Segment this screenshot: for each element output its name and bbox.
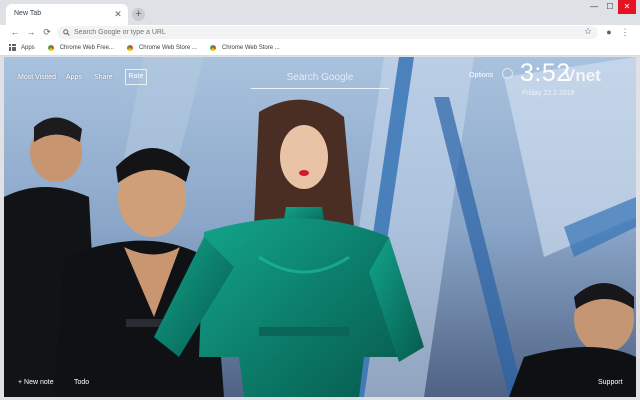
- bookmark-label: Chrome Web Free...: [59, 44, 114, 51]
- window-close-icon[interactable]: ✕: [618, 0, 636, 14]
- minimize-icon[interactable]: —: [586, 0, 602, 14]
- bookmark-label: Apps: [21, 44, 35, 51]
- bookmark-apps[interactable]: Apps: [9, 44, 35, 51]
- tab-strip: New Tab ✕ + — ☐ ✕: [0, 0, 640, 25]
- bookmark-label: Chrome Web Store ...: [221, 44, 280, 51]
- apps-grid-icon: [9, 44, 16, 51]
- forward-arrow-icon[interactable]: →: [25, 26, 37, 38]
- support-link[interactable]: Support: [598, 379, 623, 386]
- settings-circle-icon[interactable]: [502, 68, 513, 79]
- new-note-button[interactable]: + New note: [18, 379, 54, 386]
- bookmark-label: Chrome Web Store ...: [138, 44, 197, 51]
- browser-toolbar: ← → ⟳ ☆ ● ⋮: [0, 25, 640, 40]
- apps-link[interactable]: Apps: [66, 74, 82, 81]
- maximize-icon[interactable]: ☐: [602, 0, 618, 14]
- omnibox[interactable]: ☆: [57, 26, 598, 39]
- tab-new-tab[interactable]: New Tab ✕: [6, 4, 128, 25]
- bookmark-item[interactable]: Chrome Web Free...: [47, 44, 114, 51]
- options-link[interactable]: Options: [469, 72, 493, 79]
- chrome-icon: [47, 44, 54, 51]
- tab-title: New Tab: [14, 10, 42, 17]
- back-arrow-icon[interactable]: ←: [9, 26, 21, 38]
- share-link[interactable]: Share: [94, 74, 113, 81]
- bookmark-item[interactable]: Chrome Web Store ...: [209, 44, 280, 51]
- chrome-icon: [126, 44, 133, 51]
- most-visited-link[interactable]: Most Visited: [18, 74, 56, 81]
- account-icon[interactable]: ●: [603, 26, 615, 38]
- new-tab-button[interactable]: +: [132, 8, 145, 21]
- menu-icon[interactable]: ⋮: [619, 26, 631, 38]
- rate-button[interactable]: Rate: [125, 69, 147, 85]
- todo-button[interactable]: Todo: [74, 379, 89, 386]
- page-margin-right: [636, 57, 640, 400]
- search-icon: [63, 29, 70, 36]
- chrome-icon: [209, 44, 216, 51]
- reload-icon[interactable]: ⟳: [41, 26, 53, 38]
- bookmark-star-icon[interactable]: ☆: [584, 26, 592, 37]
- new-tab-page: Most Visited Apps Share Rate Options 3:5…: [4, 57, 636, 397]
- watermark-logo: Vnet: [564, 66, 601, 85]
- date-display: Friday 22.2.2019: [522, 90, 575, 97]
- omnibox-input[interactable]: [74, 26, 554, 39]
- window-controls: — ☐ ✕: [586, 0, 636, 14]
- bookmarks-bar: Apps Chrome Web Free... Chrome Web Store…: [0, 40, 640, 56]
- bookmark-item[interactable]: Chrome Web Store ...: [126, 44, 197, 51]
- close-icon[interactable]: ✕: [112, 8, 124, 20]
- wallpaper-image: [4, 57, 636, 397]
- ntp-search-input[interactable]: [251, 67, 389, 89]
